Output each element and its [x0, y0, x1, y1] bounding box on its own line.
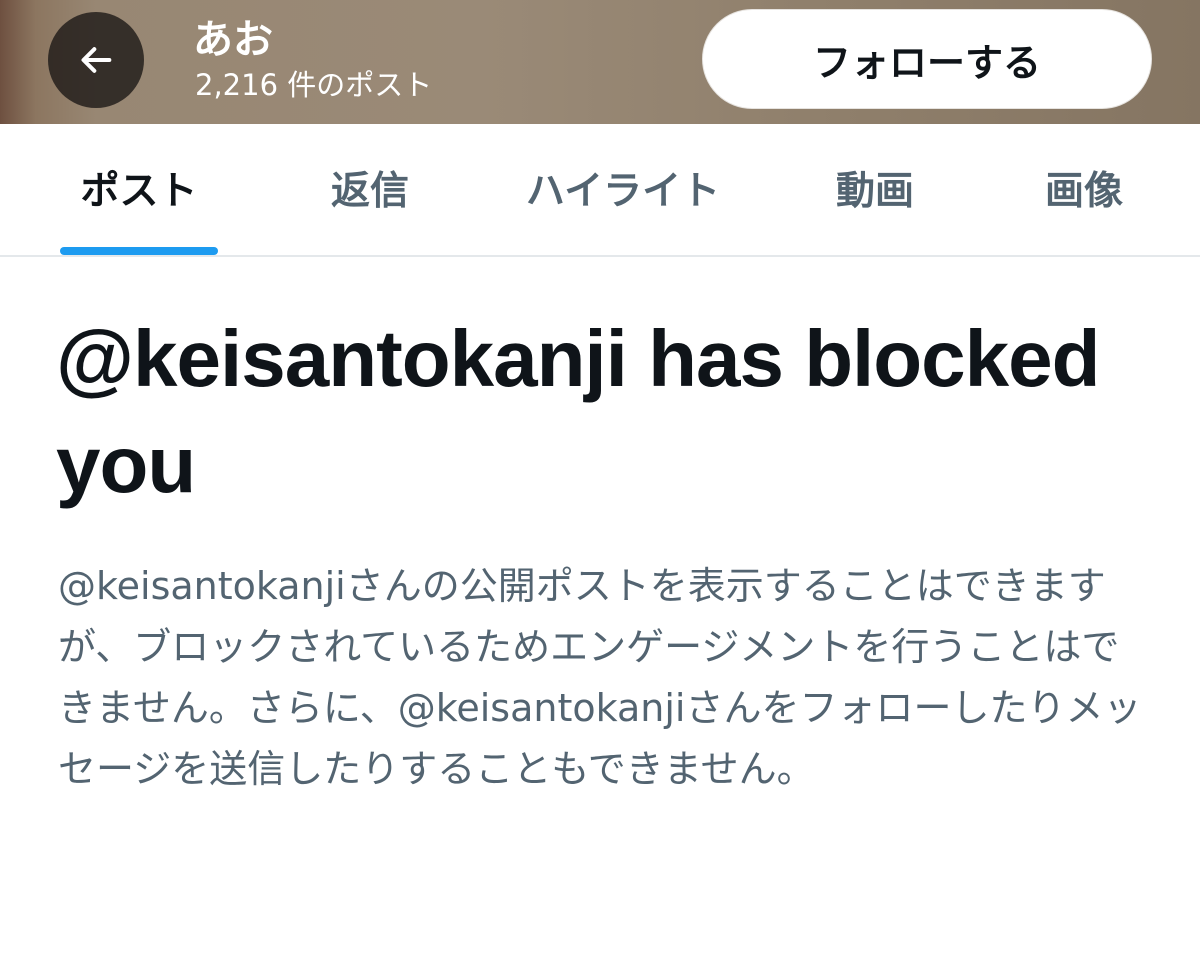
profile-page: あお 2,216 件のポスト フォローする ポスト 返信 ハイライト 動画 画像… [0, 0, 1200, 954]
tab-label: 画像 [1044, 168, 1123, 214]
active-tab-indicator [60, 247, 218, 255]
blocked-description: @keisantokanjiさんの公開ポストを表示することはできますが、ブロック… [58, 564, 1142, 791]
tab-label: 返信 [330, 168, 409, 214]
tab-label: ハイライト [525, 168, 721, 214]
profile-tabs: ポスト 返信 ハイライト 動画 画像 [0, 124, 1200, 257]
tab-posts[interactable]: ポスト [60, 124, 218, 255]
follow-button[interactable]: フォローする [702, 9, 1152, 109]
profile-header: あお 2,216 件のポスト フォローする [0, 0, 1200, 124]
post-count: 2,216 件のポスト [195, 68, 433, 102]
tab-highlights[interactable]: ハイライト [498, 124, 748, 255]
blocked-title: @keisantokanji has blocked you [56, 314, 1101, 509]
tab-images[interactable]: 画像 [1014, 124, 1154, 255]
tab-videos[interactable]: 動画 [805, 124, 945, 255]
profile-name: あお [193, 17, 273, 63]
tab-label: 動画 [835, 168, 914, 214]
arrow-left-icon [81, 47, 112, 73]
tab-replies[interactable]: 返信 [300, 124, 440, 255]
back-button[interactable] [48, 12, 144, 108]
tab-label: ポスト [80, 168, 198, 214]
